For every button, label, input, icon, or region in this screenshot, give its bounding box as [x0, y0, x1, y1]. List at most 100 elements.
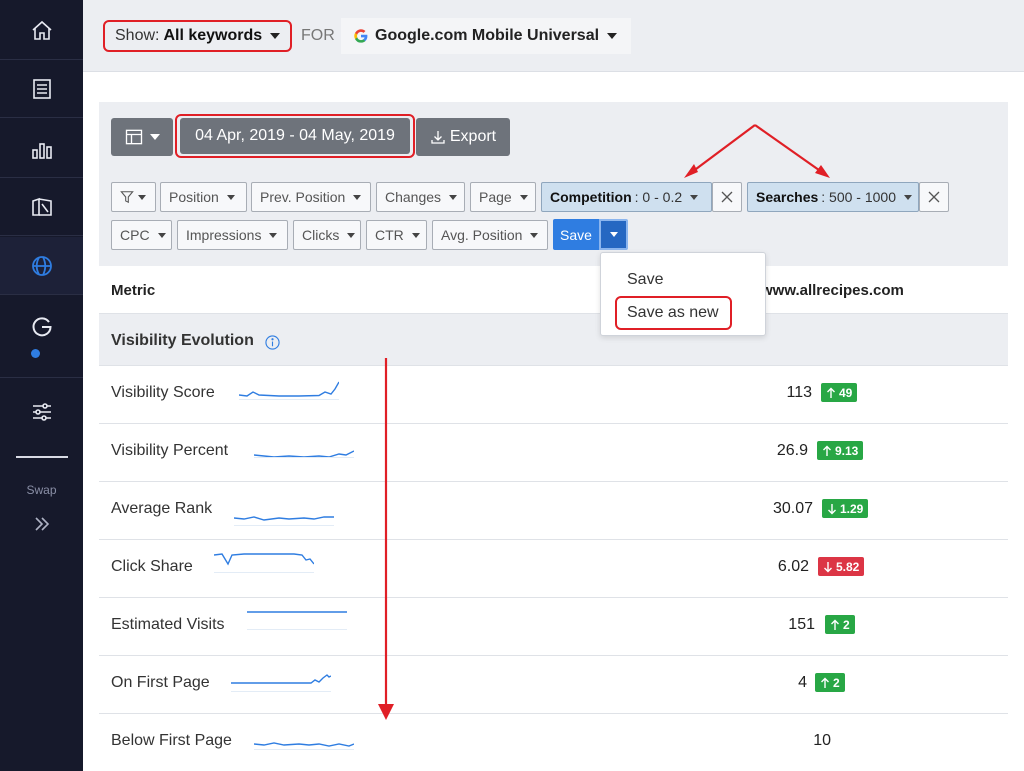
double-chevron-right-icon[interactable]	[30, 512, 54, 536]
menu-item-save-as-new[interactable]: Save as new	[627, 304, 719, 322]
arrow-up-icon	[823, 445, 831, 456]
caret-down-icon	[353, 194, 362, 200]
caret-down-icon	[270, 33, 281, 39]
filter-avg-position[interactable]: Avg. Position	[432, 220, 548, 250]
sliders-icon	[32, 403, 51, 421]
close-icon	[721, 191, 733, 203]
metric-value: 10	[813, 732, 831, 749]
table-row: Visibility Score 113 49	[99, 366, 1008, 424]
metric-name: Average Rank	[111, 500, 213, 517]
show-value: All keywords	[163, 27, 263, 44]
filter-searches-value: : 500 - 1000	[821, 189, 897, 205]
change-badge: 9.13	[817, 441, 864, 460]
filter-label: Clicks	[302, 227, 340, 243]
layout-dropdown-button[interactable]	[111, 118, 173, 156]
sparkline	[214, 553, 314, 573]
filter-position[interactable]: Position	[160, 182, 247, 212]
funnel-filter-button[interactable]	[111, 182, 156, 212]
sparkline	[234, 516, 334, 526]
table-row: Visibility Percent 26.9 9.13	[99, 424, 1008, 482]
sparkline	[254, 742, 354, 750]
change-value: 49	[839, 385, 853, 400]
search-engine-dropdown[interactable]: Google.com Mobile Universal	[341, 18, 632, 54]
caret-down-icon	[138, 194, 146, 200]
filter-label: CPC	[120, 227, 150, 243]
export-label: Export	[449, 128, 497, 145]
filter-label: Position	[169, 189, 219, 205]
metric-value: 26.9	[776, 442, 808, 459]
change-value: 2	[843, 617, 850, 632]
active-indicator-dot	[31, 349, 40, 358]
save-filters-button[interactable]: Save	[553, 219, 599, 250]
filter-cpc[interactable]: CPC	[111, 220, 172, 250]
map-icon	[31, 197, 52, 216]
change-value: 5.82	[836, 559, 860, 574]
table-row: Average Rank 30.07 1.29	[99, 482, 1008, 540]
metric-name: Estimated Visits	[111, 616, 225, 633]
change-badge: 49	[821, 383, 858, 402]
sidebar-item-map[interactable]	[0, 178, 83, 236]
filter-label: Changes	[385, 189, 442, 205]
filter-changes[interactable]: Changes	[376, 182, 465, 212]
table-row: Estimated Visits 151 2	[99, 598, 1008, 656]
filter-competition[interactable]: Competition: 0 - 0.2	[541, 182, 712, 212]
arrow-up-icon	[821, 677, 829, 688]
sidebar-item-visibility[interactable]	[0, 237, 83, 295]
caret-down-icon	[226, 194, 235, 200]
change-value: 2	[833, 675, 840, 690]
info-icon[interactable]	[265, 335, 280, 350]
filter-searches[interactable]: Searches: 500 - 1000	[747, 182, 919, 212]
save-options-dropdown-toggle[interactable]	[599, 219, 628, 250]
filter-label: Page	[479, 189, 512, 205]
remove-searches-filter-button[interactable]	[919, 182, 949, 212]
date-range-label: 04 Apr, 2019 - 04 May, 2019	[180, 118, 410, 154]
change-badge: 2	[815, 673, 845, 692]
metric-name: Click Share	[111, 558, 193, 575]
metric-value: 4	[798, 674, 807, 691]
change-badge: 1.29	[822, 499, 869, 518]
filter-label: CTR	[375, 227, 404, 243]
metric-value: 6.02	[777, 558, 809, 575]
arrow-down-icon	[828, 503, 836, 514]
google-logo-icon	[354, 29, 368, 43]
home-icon	[31, 20, 52, 40]
arrow-down-icon	[824, 561, 832, 572]
metric-name: Below First Page	[111, 732, 232, 749]
filter-page[interactable]: Page	[470, 182, 536, 212]
change-badge: 5.82	[818, 557, 865, 576]
metric-name: Visibility Score	[111, 384, 215, 401]
show-keywords-dropdown[interactable]: Show: All keywords	[103, 20, 293, 52]
change-badge: 2	[825, 615, 855, 634]
caret-down-icon	[411, 232, 420, 238]
caret-down-icon	[607, 33, 618, 39]
sidebar-item-settings[interactable]	[0, 382, 83, 442]
export-button[interactable]: Export	[416, 118, 510, 156]
caret-down-icon	[269, 232, 278, 238]
caret-down-icon	[347, 232, 356, 238]
filter-ctr[interactable]: CTR	[366, 220, 427, 250]
caret-down-icon	[157, 232, 166, 238]
filter-label: Avg. Position	[441, 227, 523, 243]
arrow-up-icon	[831, 619, 839, 630]
sidebar-item-reports[interactable]	[0, 60, 83, 118]
caret-down-icon	[519, 194, 528, 200]
caret-down-icon	[609, 232, 618, 237]
sidebar-item-home[interactable]	[0, 2, 83, 60]
filter-clicks[interactable]: Clicks	[293, 220, 361, 250]
menu-item-save[interactable]: Save	[627, 271, 663, 289]
sidebar-item-analytics[interactable]	[0, 120, 83, 178]
sparkline	[247, 611, 347, 630]
filter-prev-position[interactable]: Prev. Position	[251, 182, 371, 212]
sidebar-item-google[interactable]	[0, 296, 83, 378]
google-icon	[32, 317, 52, 337]
filter-competition-label: Competition	[550, 189, 632, 205]
filter-label: Prev. Position	[260, 189, 346, 205]
sparkline	[231, 674, 331, 692]
show-label: Show:	[115, 27, 160, 44]
filter-impressions[interactable]: Impressions	[177, 220, 288, 250]
sidebar-divider	[16, 456, 68, 458]
remove-competition-filter-button[interactable]	[712, 182, 742, 212]
caret-down-icon	[690, 194, 699, 200]
globe-icon	[31, 255, 52, 276]
date-range-button[interactable]: 04 Apr, 2019 - 04 May, 2019	[175, 114, 415, 158]
